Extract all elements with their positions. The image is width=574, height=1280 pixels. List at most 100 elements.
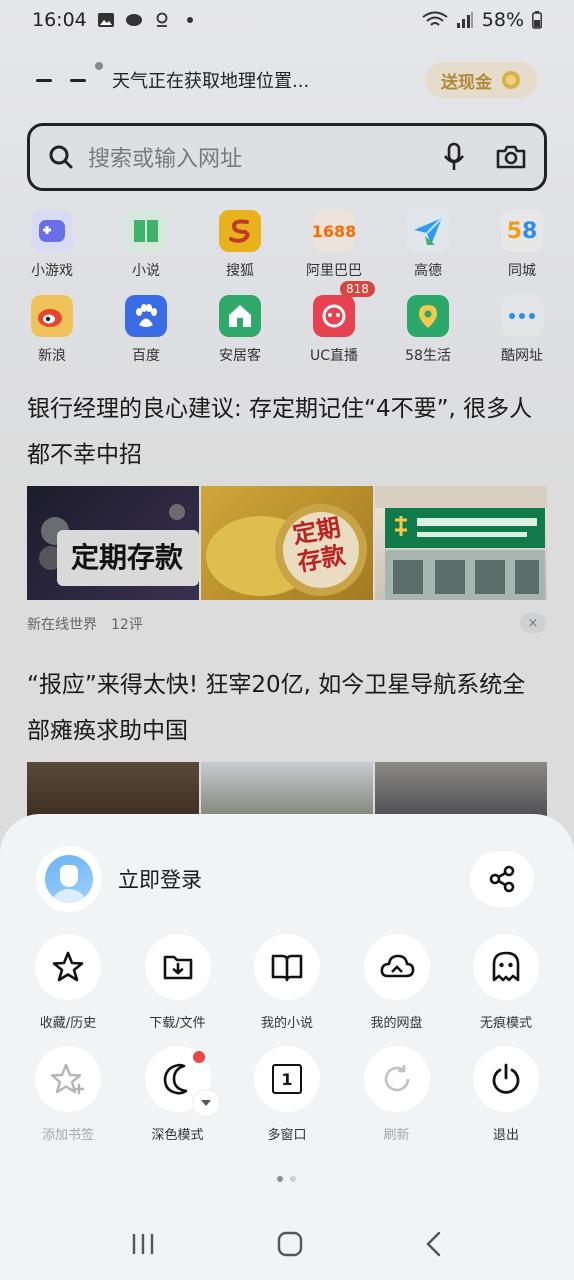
dismiss-news-button[interactable]: × <box>520 613 546 633</box>
send-cash-label: 送现金 <box>441 72 492 93</box>
signal-icon <box>456 12 473 28</box>
amap-plane-icon <box>407 210 449 252</box>
recent-apps-icon[interactable] <box>130 1232 156 1256</box>
dark-mode-new-dot <box>192 1051 205 1063</box>
menu-label: 我的小说 <box>260 1016 313 1031</box>
book-icon <box>271 954 303 982</box>
page-dot-active <box>277 1176 283 1182</box>
login-button[interactable]: 立即登录 <box>118 864 202 894</box>
menu-label: 退出 <box>492 1128 519 1143</box>
favorites-history-button[interactable]: 收藏/历史 <box>14 934 122 1031</box>
quick-link-label: 高德 <box>414 263 442 279</box>
quick-link-amap[interactable]: 高德 <box>386 210 470 280</box>
status-bar: 16:04 58% <box>0 0 574 40</box>
battery-icon <box>532 11 542 29</box>
news-title[interactable]: 银行经理的良心建议: 存定期记住“4不要”, 很多人都不幸中招 <box>27 386 547 478</box>
share-button[interactable] <box>470 851 534 907</box>
dark-mode-button[interactable]: 深色模式 <box>124 1046 232 1143</box>
news-image-fixed-deposit: 定期存款 <box>27 486 199 600</box>
home-icon[interactable] <box>277 1231 303 1257</box>
quick-link-mini-games[interactable]: 小游戏 <box>10 210 94 280</box>
dark-mode-dropdown[interactable] <box>192 1090 219 1116</box>
windows-icon: 1 <box>272 1064 302 1094</box>
quick-link-sina[interactable]: 新浪 <box>10 295 94 365</box>
news-image-meeting <box>27 762 199 822</box>
quick-link-uc-live[interactable]: 818 UC直播 <box>292 281 376 365</box>
news-image-control-room <box>375 762 547 822</box>
camera-icon[interactable] <box>496 144 526 170</box>
news-image-soldiers <box>201 762 373 822</box>
menu-row-2: 添加书签 深色模式 1 多窗口 刷新 退出 <box>14 1046 560 1143</box>
news-images[interactable]: 定期存款 定期存款 <box>27 486 547 600</box>
quick-links-row-1: 小游戏 小说 搜狐 1688 阿里巴巴 高德 58 同城 <box>0 210 574 280</box>
quick-link-sohu[interactable]: 搜狐 <box>198 210 282 280</box>
quick-link-label: 安居客 <box>219 348 261 364</box>
quick-link-baidu[interactable]: 百度 <box>104 295 188 365</box>
news-meta: 新在线世界 12评 <box>27 614 143 634</box>
quick-link-58-tongcheng[interactable]: 58 同城 <box>480 210 564 280</box>
wifi-icon <box>422 11 448 26</box>
quick-link-cool-sites[interactable]: 酷网址 <box>480 295 564 365</box>
quick-link-label: UC直播 <box>309 348 359 364</box>
menu-label: 收藏/历史 <box>39 1016 97 1031</box>
my-cloud-drive-button[interactable]: 我的网盘 <box>343 934 451 1031</box>
battery-percent: 58% <box>481 9 524 31</box>
exit-button[interactable]: 退出 <box>452 1046 560 1143</box>
menu-label: 深色模式 <box>151 1128 204 1143</box>
news-image-caption: 定期存款 <box>71 541 184 574</box>
news-source: 新在线世界 <box>27 617 97 633</box>
back-icon[interactable] <box>424 1231 444 1257</box>
menu-dash-icon[interactable] <box>70 78 86 82</box>
menu-label: 无痕模式 <box>479 1016 532 1031</box>
baidu-paw-icon <box>125 295 167 337</box>
quick-link-novel[interactable]: 小说 <box>104 210 188 280</box>
news-image-caption: 定期存款 <box>290 513 348 577</box>
quick-link-label: 小游戏 <box>31 263 73 279</box>
anjuke-house-icon <box>219 295 261 337</box>
notification-dot <box>95 62 103 70</box>
weather-status[interactable]: 天气正在获取地理位置... <box>112 67 309 93</box>
uc-live-icon <box>313 295 355 337</box>
page-dot <box>290 1176 296 1182</box>
refresh-button[interactable]: 刷新 <box>343 1046 451 1143</box>
refresh-icon <box>384 1065 409 1092</box>
search-icon <box>49 145 73 169</box>
send-cash-button[interactable]: 送现金 <box>425 62 538 98</box>
mini-games-icon <box>31 210 73 252</box>
user-avatar-icon <box>45 855 93 903</box>
downloads-files-button[interactable]: 下载/文件 <box>124 934 232 1031</box>
add-bookmark-button[interactable]: 添加书签 <box>14 1046 122 1143</box>
location-status-icon <box>156 12 168 27</box>
search-input[interactable]: 搜索或输入网址 <box>88 141 442 173</box>
58-life-pin-icon <box>407 295 449 337</box>
star-icon <box>52 951 84 982</box>
menu-row-1: 收藏/历史 下载/文件 我的小说 我的网盘 无痕模式 <box>14 934 560 1031</box>
menu-dash-icon[interactable] <box>36 78 52 82</box>
quick-link-label: 58生活 <box>405 348 451 364</box>
my-novels-button[interactable]: 我的小说 <box>233 934 341 1031</box>
notification-dot-icon <box>186 17 193 23</box>
search-bar[interactable]: 搜索或输入网址 <box>27 123 547 191</box>
microphone-icon[interactable] <box>442 142 466 172</box>
quick-link-58-life[interactable]: 58生活 <box>386 295 470 365</box>
quick-link-anjuke[interactable]: 安居客 <box>198 295 282 365</box>
news-images[interactable] <box>27 762 547 822</box>
caret-down-icon <box>200 1100 211 1106</box>
quick-link-alibaba[interactable]: 1688 阿里巴巴 <box>292 210 376 280</box>
incognito-mode-button[interactable]: 无痕模式 <box>452 934 560 1031</box>
power-icon <box>492 1063 520 1094</box>
avatar[interactable] <box>36 846 102 912</box>
quick-link-label: 搜狐 <box>226 263 254 279</box>
news-title[interactable]: “报应”来得太快! 狂宰20亿, 如今卫星导航系统全部瘫痪求助中国 <box>27 662 547 754</box>
header-row: 天气正在获取地理位置... 送现金 <box>36 60 538 100</box>
coin-icon <box>502 71 520 89</box>
multi-window-button[interactable]: 1 多窗口 <box>233 1046 341 1143</box>
quick-link-label: 同城 <box>508 263 536 279</box>
sina-weibo-icon <box>31 295 73 337</box>
novel-book-icon <box>125 210 167 252</box>
gallery-icon <box>97 13 114 27</box>
browser-menu-sheet: 立即登录 收藏/历史 下载/文件 我的小说 我的网盘 无痕模式 添加书签 深色模… <box>0 814 574 1280</box>
news-comments[interactable]: 12评 <box>111 614 143 634</box>
menu-label: 下载/文件 <box>149 1016 206 1031</box>
uc-live-badge: 818 <box>340 281 375 297</box>
